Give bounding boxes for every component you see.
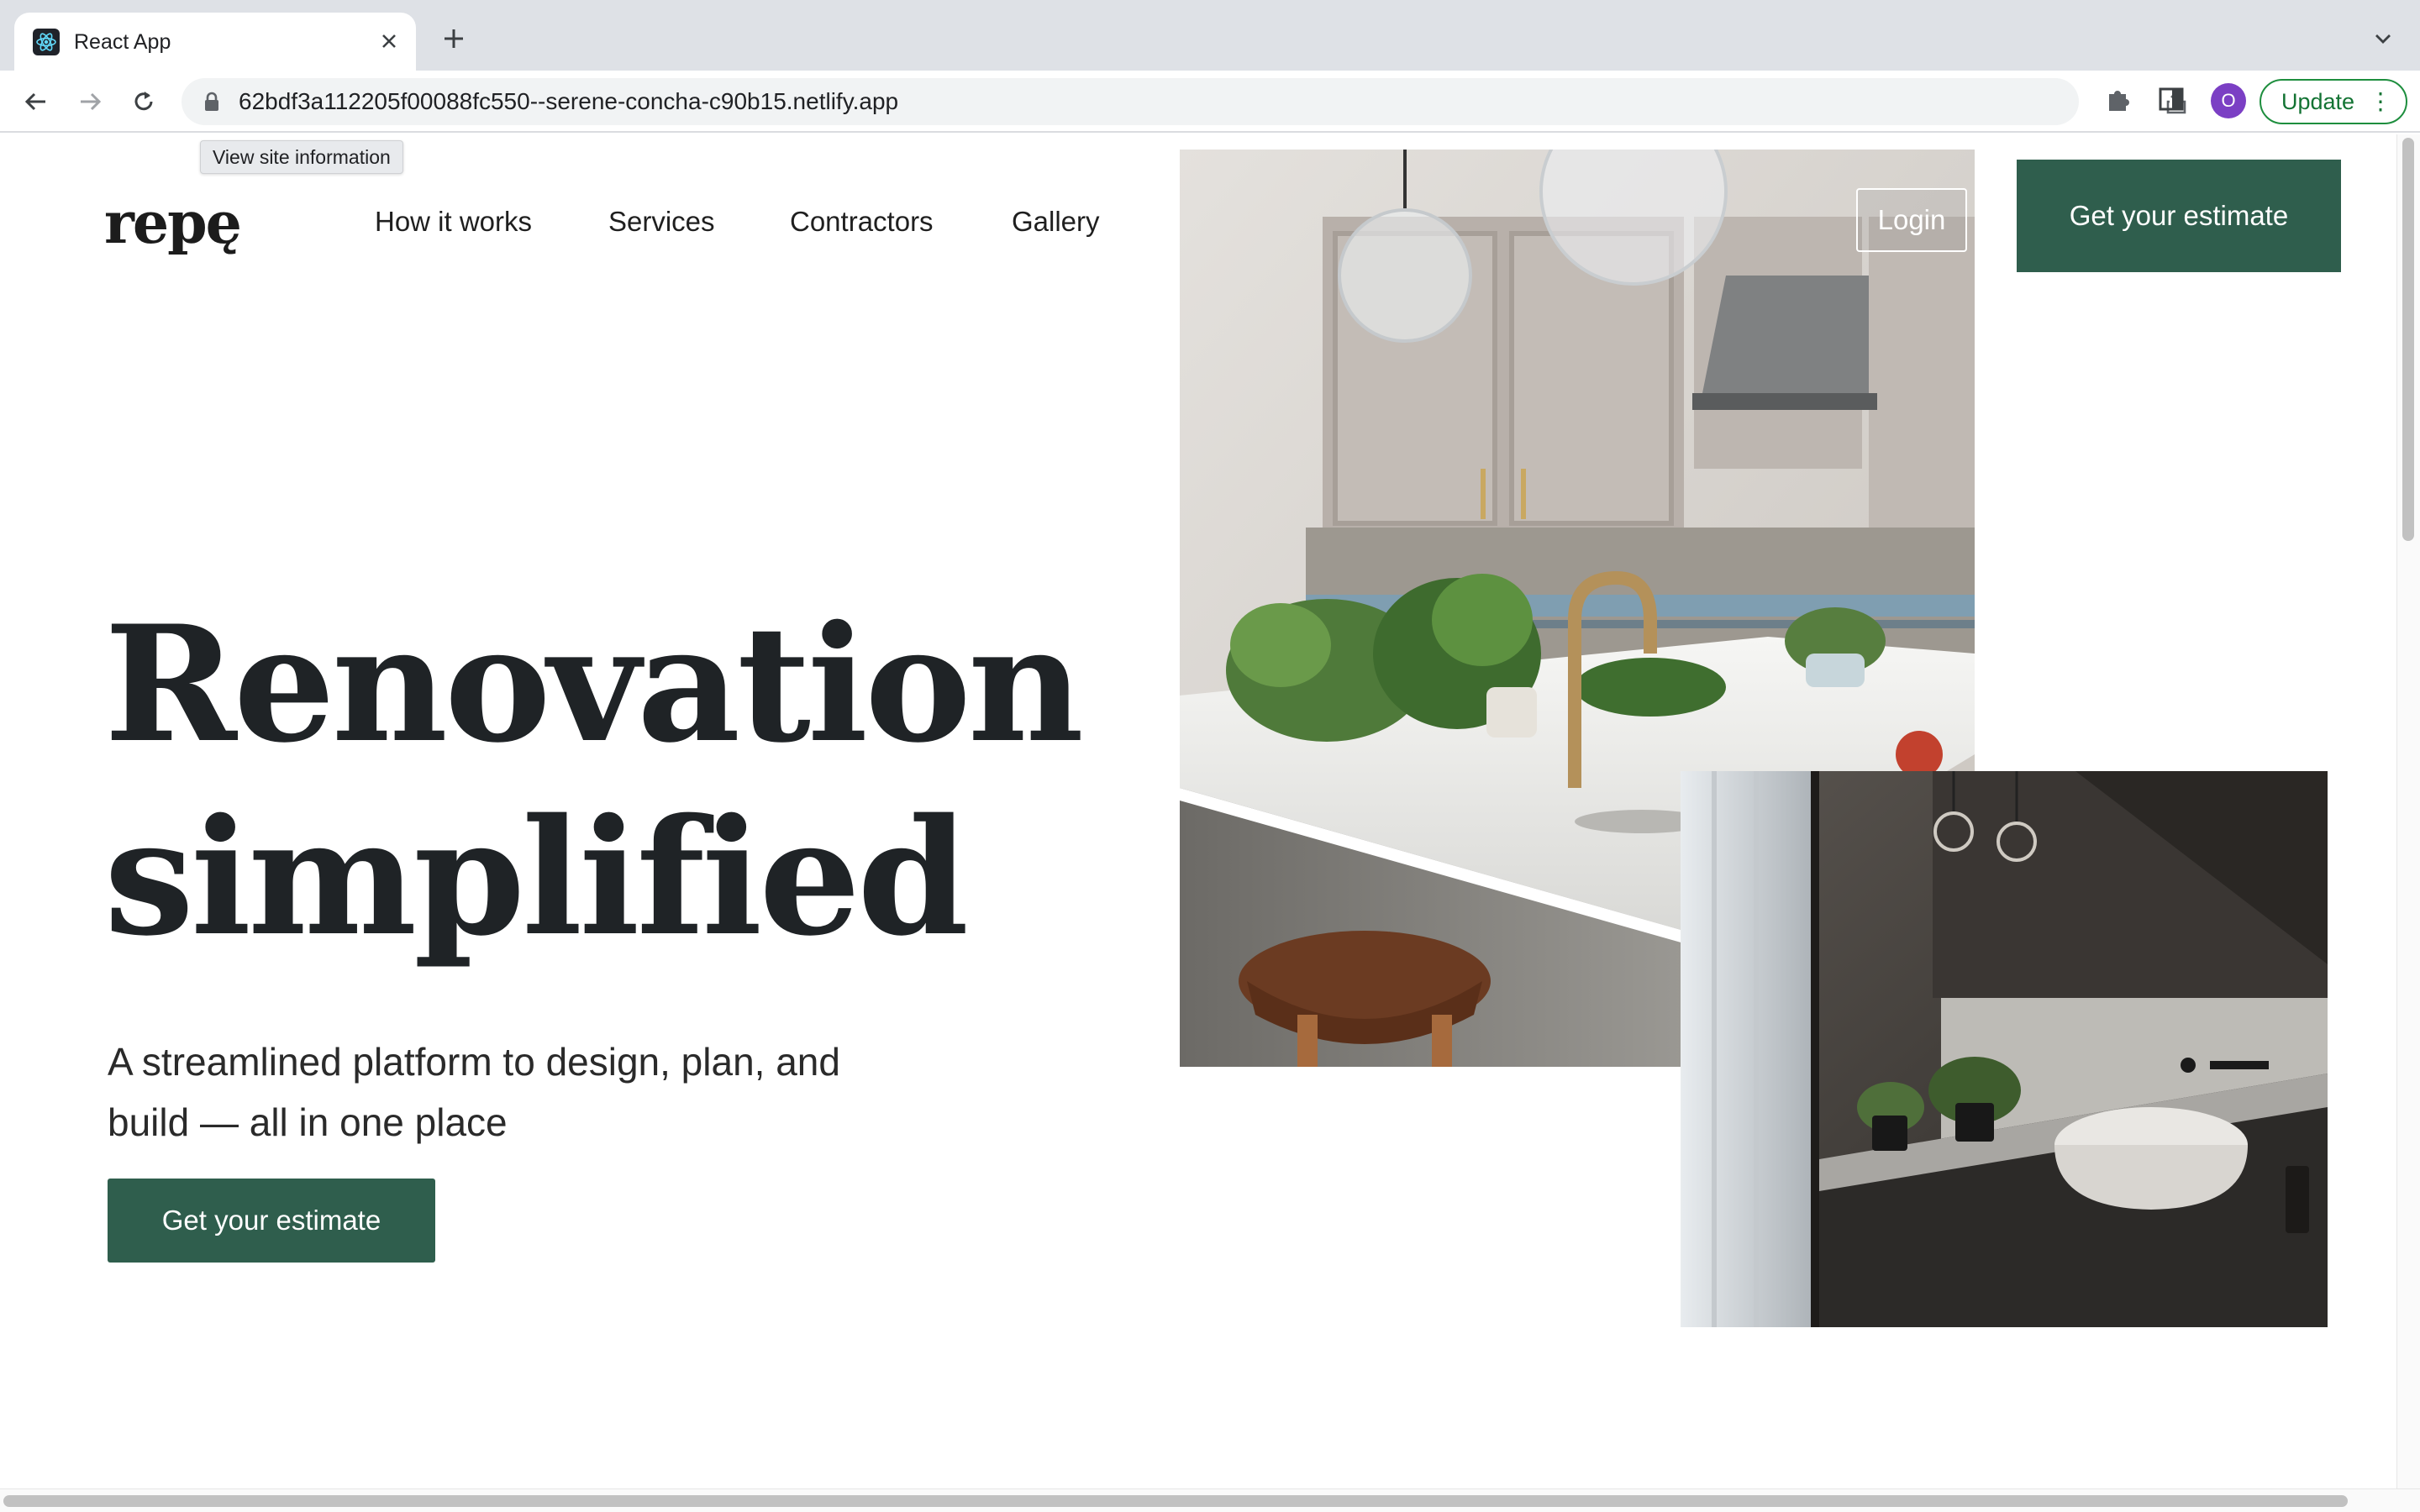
vertical-scrollbar[interactable]: [2396, 134, 2420, 1488]
new-tab-icon[interactable]: [437, 22, 471, 55]
hero-subtitle: A streamlined platform to design, plan, …: [108, 1040, 840, 1144]
hero-title-line-1: Renovation: [104, 591, 1084, 778]
forward-arrow-icon[interactable]: [72, 84, 108, 119]
nav-services[interactable]: Services: [608, 205, 715, 239]
update-button[interactable]: Update ⋮: [2260, 79, 2407, 124]
horizontal-scrollbar-thumb[interactable]: [3, 1495, 2348, 1507]
site-logo[interactable]: repę: [104, 188, 242, 259]
lock-icon[interactable]: [200, 90, 224, 113]
site-info-tooltip: View site information: [200, 140, 403, 174]
url-text[interactable]: 62bdf3a112205f00088fc550--serene-concha-…: [239, 87, 898, 117]
hero-title-line-2: simplified: [104, 784, 969, 971]
vertical-scrollbar-thumb[interactable]: [2402, 138, 2414, 541]
tab-title: React App: [74, 30, 171, 54]
browser-toolbar: 62bdf3a112205f00088fc550--serene-concha-…: [0, 71, 2420, 133]
extensions-puzzle-icon[interactable]: [2104, 86, 2133, 118]
more-vertical-icon[interactable]: ⋮: [2369, 81, 2392, 123]
login-button[interactable]: Login: [1856, 188, 1967, 252]
browser-tab-strip: React App: [0, 0, 2420, 71]
profile-avatar[interactable]: O: [2211, 83, 2246, 118]
nav-gallery[interactable]: Gallery: [1012, 205, 1100, 239]
header-get-estimate-button[interactable]: Get your estimate: [2017, 160, 2341, 272]
nav-how-it-works[interactable]: How it works: [375, 205, 532, 239]
chevron-down-icon[interactable]: [2368, 24, 2398, 54]
hero-title: Renovation simplified: [104, 588, 1113, 974]
close-tab-icon[interactable]: [372, 24, 406, 58]
reload-icon[interactable]: [126, 84, 161, 119]
nav-contractors[interactable]: Contractors: [790, 205, 934, 239]
react-favicon-icon: [33, 29, 60, 55]
browser-tab[interactable]: React App: [14, 13, 416, 71]
hero-get-estimate-button[interactable]: Get your estimate: [108, 1179, 435, 1263]
back-arrow-icon[interactable]: [18, 84, 54, 119]
bathroom-photo: [1681, 771, 2328, 1327]
side-panel-icon[interactable]: [2158, 86, 2185, 117]
update-label: Update: [2281, 89, 2355, 114]
address-bar[interactable]: 62bdf3a112205f00088fc550--serene-concha-…: [182, 78, 2244, 125]
horizontal-scrollbar[interactable]: [0, 1488, 2420, 1512]
